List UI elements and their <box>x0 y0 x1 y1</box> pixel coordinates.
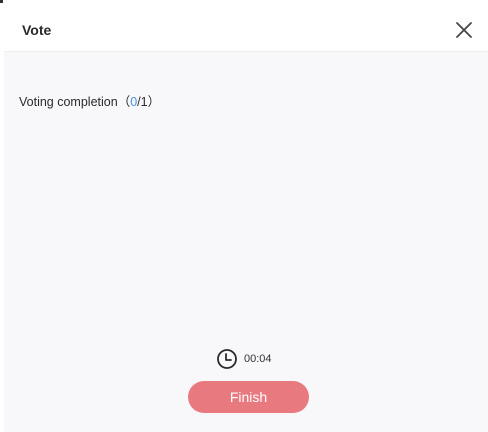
timer: 00:04 <box>216 346 272 372</box>
elapsed-time: 00:04 <box>244 353 272 365</box>
vote-dialog: Vote Voting completion（0/1） 00:04 Finish <box>4 8 488 432</box>
finish-button[interactable]: Finish <box>188 381 309 413</box>
voting-completion: Voting completion（0/1） <box>19 91 160 110</box>
close-paren: ） <box>147 95 161 109</box>
dialog-header: Vote <box>4 8 488 52</box>
total-count: /1 <box>137 95 148 109</box>
dialog-title: Vote <box>22 22 52 38</box>
close-button[interactable] <box>452 18 476 42</box>
clock-icon <box>217 349 237 369</box>
open-paren: （ <box>117 95 131 109</box>
screen: Vote Voting completion（0/1） 00:04 Finish <box>0 0 488 432</box>
close-icon <box>456 22 472 38</box>
corner-mark <box>0 0 3 3</box>
voting-completion-label: Voting completion <box>19 95 118 109</box>
